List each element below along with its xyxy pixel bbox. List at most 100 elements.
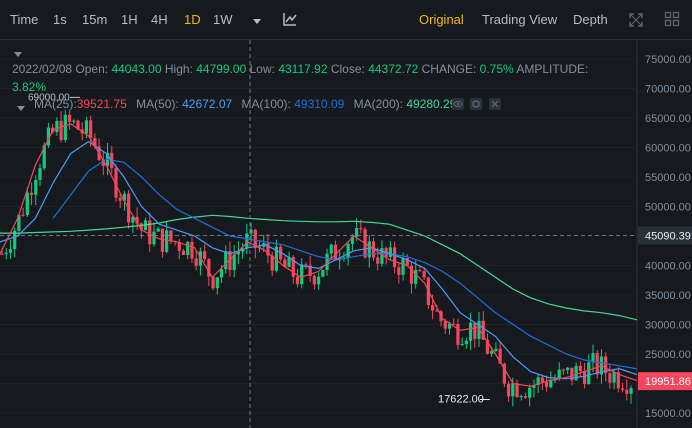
view-original[interactable]: Original <box>419 12 464 27</box>
candle-body <box>25 192 29 216</box>
view-depth[interactable]: Depth <box>573 12 608 27</box>
change-label: CHANGE: <box>421 62 477 76</box>
fullscreen-icon[interactable] <box>628 12 644 31</box>
candle-body <box>55 120 59 132</box>
candle-body <box>321 269 325 277</box>
settings-icon[interactable] <box>470 98 482 113</box>
close-label: Close: <box>330 62 365 76</box>
open-label: Open: <box>75 62 109 76</box>
candle-body <box>8 249 13 253</box>
candle-body <box>186 241 190 255</box>
candle-body <box>460 344 464 346</box>
y-tick-label: 70000.00 <box>645 84 691 96</box>
candle-body <box>359 228 363 230</box>
candle-body <box>608 373 612 383</box>
interval-4h[interactable]: 4H <box>151 12 168 27</box>
interval-1s[interactable]: 1s <box>53 12 67 27</box>
interval-time[interactable]: Time <box>10 12 38 27</box>
min-price-label: 17622.00 <box>438 394 484 406</box>
candle-body <box>397 267 401 275</box>
interval-1d[interactable]: 1D <box>184 12 201 27</box>
candle-body <box>388 247 392 257</box>
candle-body <box>456 323 460 345</box>
interval-1h[interactable]: 1H <box>121 12 138 27</box>
candle-body <box>587 362 591 384</box>
candle-body <box>59 120 63 140</box>
view-trading-view[interactable]: Trading View <box>482 12 557 27</box>
candle-body <box>29 192 34 195</box>
candle-body <box>561 369 566 371</box>
candle-body <box>376 257 380 264</box>
low-label: Low: <box>249 62 275 76</box>
candle-body <box>34 179 38 195</box>
candle-body <box>295 276 300 285</box>
candle-body <box>464 340 468 345</box>
candle-body <box>165 230 169 252</box>
interval-15m[interactable]: 15m <box>82 12 107 27</box>
change-value: 0.75% <box>479 62 514 76</box>
candle-body <box>329 244 333 254</box>
y-tick-label: 75000.00 <box>645 54 691 66</box>
candle-body <box>625 389 629 394</box>
y-tick-label: 30000.00 <box>645 320 691 332</box>
candle-body <box>152 231 156 245</box>
candle-body <box>443 321 447 329</box>
candle-body <box>595 353 599 375</box>
high-label: High: <box>164 62 193 76</box>
open-value: 44043.00 <box>111 62 162 76</box>
candle-body <box>549 380 553 388</box>
candle-body <box>392 247 397 268</box>
candle-body <box>181 250 186 255</box>
ma200-label: MA(200): <box>353 97 403 111</box>
ma200-value: 49280.29 <box>406 97 457 111</box>
crosshair-price-label: 45090.39 <box>645 230 691 242</box>
y-tick-label: 55000.00 <box>645 172 691 184</box>
candle-body <box>203 251 207 260</box>
ma100-line <box>52 158 638 370</box>
candle-body <box>528 387 532 398</box>
y-tick-label: 15000.00 <box>645 408 691 420</box>
ma200-line <box>0 214 638 321</box>
collapse-ma-chevron-icon[interactable] <box>17 101 25 115</box>
candle-body <box>506 383 511 397</box>
candle-body <box>473 322 477 339</box>
candle-body <box>84 120 89 134</box>
candle-body <box>304 264 308 266</box>
collapse-ohlc-chevron-icon[interactable] <box>14 47 22 61</box>
candle-body <box>190 241 194 259</box>
indicator-chart-icon[interactable] <box>282 11 298 30</box>
candle-body <box>211 276 215 289</box>
high-value: 44799.00 <box>196 62 247 76</box>
candle-body <box>72 120 76 122</box>
candle-body <box>160 228 165 252</box>
candle-body <box>620 388 625 390</box>
ma25-value: 39521.75 <box>76 97 127 111</box>
candle-body <box>401 258 405 275</box>
y-tick-label: 35000.00 <box>645 290 691 302</box>
candle-body <box>89 120 93 139</box>
candle-body <box>468 322 473 341</box>
last-price-label: 19951.86 <box>645 376 691 388</box>
grid-layout-icon[interactable] <box>664 11 680 30</box>
ohlc-date: 2022/02/08 <box>12 62 73 76</box>
candle-body <box>544 382 549 388</box>
candle-body <box>219 269 224 278</box>
candle-body <box>194 258 198 266</box>
ma100-value: 49310.09 <box>294 97 345 111</box>
candle-body <box>317 276 321 285</box>
interval-1w[interactable]: 1W <box>213 12 233 27</box>
candle-body <box>300 264 304 285</box>
eye-icon[interactable] <box>452 98 464 113</box>
ma50-value: 42672.07 <box>182 97 233 111</box>
candle-body <box>557 369 561 379</box>
close-icon[interactable] <box>489 98 501 113</box>
more-intervals-chevron-icon[interactable] <box>252 15 262 29</box>
close-value: 44372.72 <box>368 62 419 76</box>
candle-body <box>523 396 528 398</box>
ma50-label: MA(50): <box>136 97 179 111</box>
candle-body <box>4 252 8 254</box>
candle-body <box>494 348 498 351</box>
candle-body <box>414 270 418 284</box>
y-tick-label: 40000.00 <box>645 261 691 273</box>
candle-body <box>490 350 494 354</box>
